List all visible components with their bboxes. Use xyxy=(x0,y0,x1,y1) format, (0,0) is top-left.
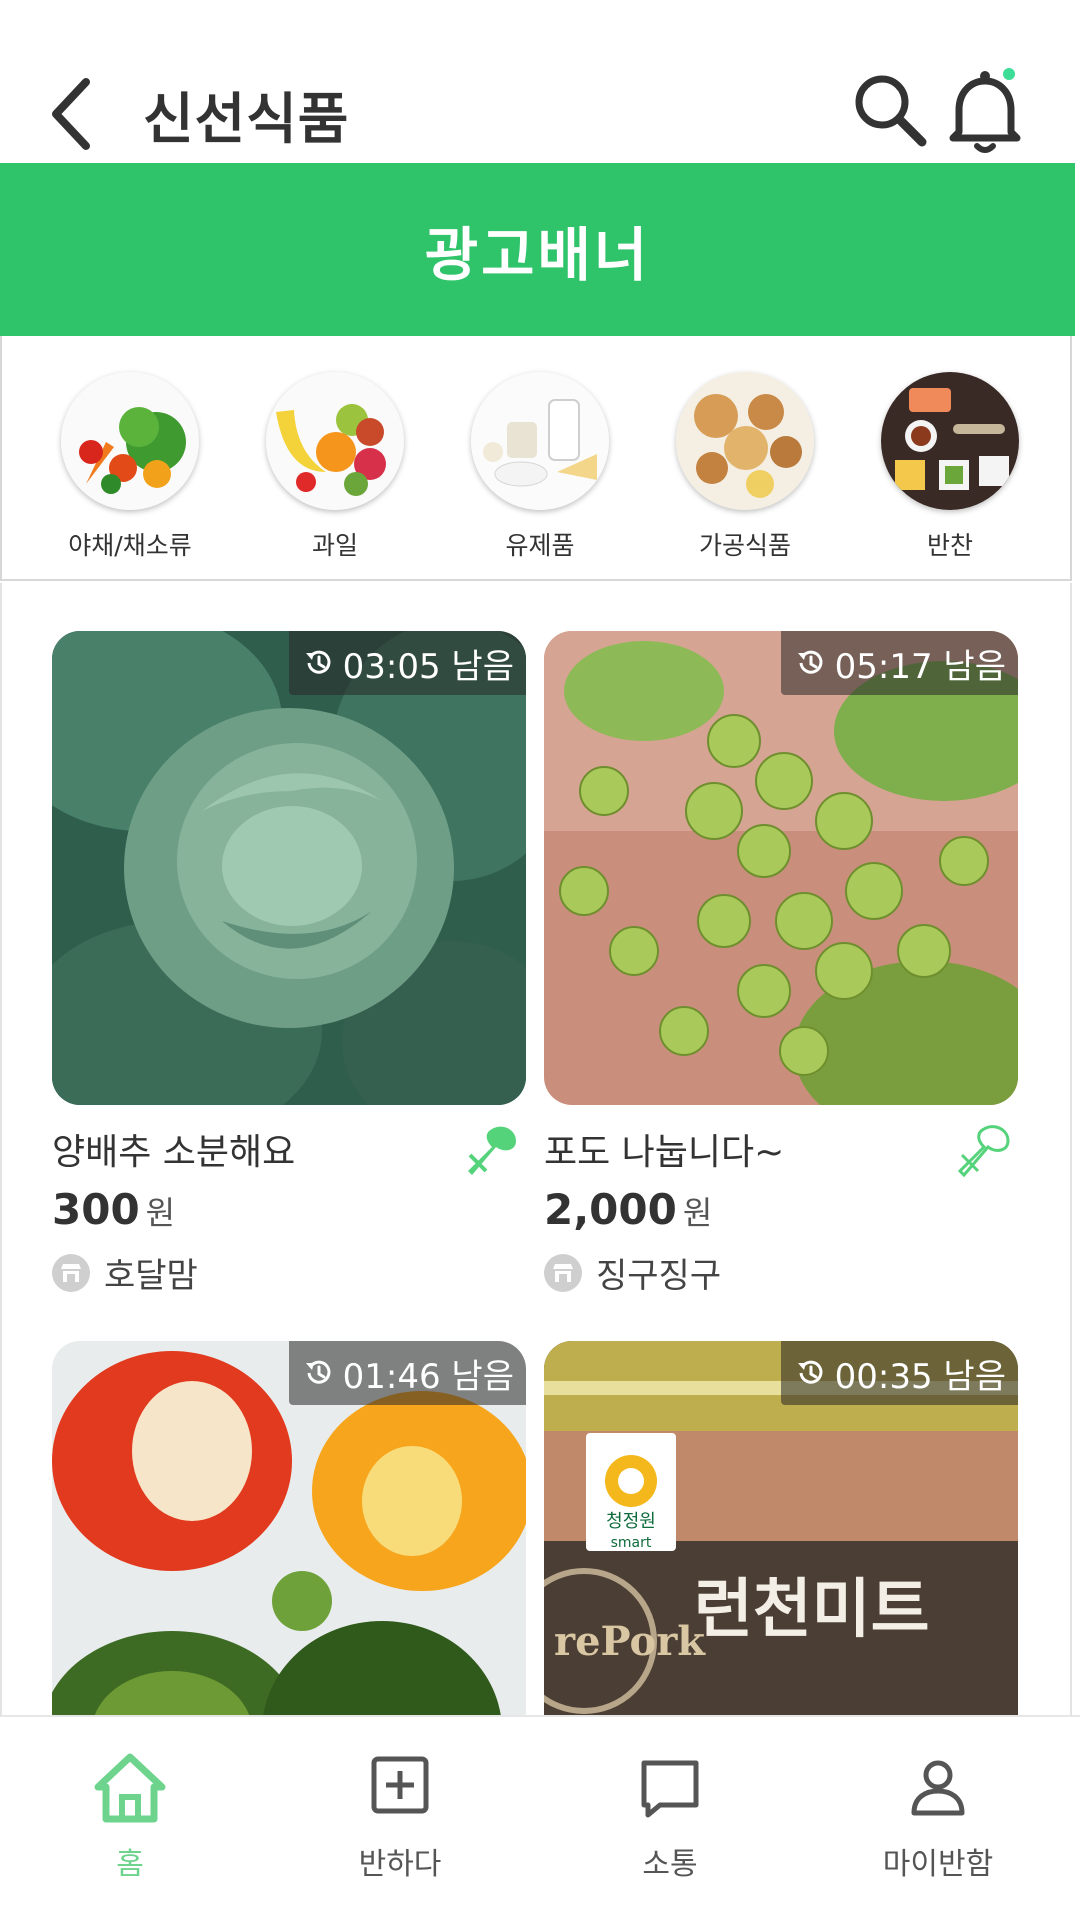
history-clock-icon xyxy=(797,650,823,674)
nav-label: 마이반함 xyxy=(882,1847,994,1882)
category-dairy[interactable]: 유제품 xyxy=(460,372,620,562)
category-fruit[interactable]: 과일 xyxy=(255,372,415,562)
back-chevron-icon[interactable] xyxy=(44,74,100,154)
product-card[interactable]: 01:46 남음 xyxy=(52,1341,526,1715)
category-label: 반찬 xyxy=(926,531,973,560)
product-card[interactable]: 05:17 남음 포도 나눕니다~ 2,000 원 징구징구 xyxy=(544,631,1018,1297)
product-price: 2,000 원 xyxy=(544,1185,1018,1234)
category-label: 과일 xyxy=(311,531,358,560)
history-clock-icon xyxy=(797,1360,823,1384)
notification-dot xyxy=(1003,68,1015,80)
product-price: 300 원 xyxy=(52,1185,526,1234)
package-name-text: 런천미트 xyxy=(694,1573,930,1647)
bottom-nav: 홈 반하다 소통 마이반함 xyxy=(0,1715,1080,1922)
bell-icon[interactable] xyxy=(945,66,1025,156)
seller-info[interactable]: 징구징구 xyxy=(544,1248,1018,1297)
category-label: 유제품 xyxy=(505,531,575,560)
category-strip: 야채/채소류 과일 유제품 가공식품 반찬 xyxy=(0,336,1072,581)
page-title: 신선식품 xyxy=(143,87,350,151)
history-clock-icon xyxy=(305,1360,331,1384)
processed-food-thumbnail xyxy=(676,372,814,510)
ad-banner[interactable]: 광고배너 xyxy=(0,163,1075,336)
plus-square-icon xyxy=(371,1756,429,1814)
product-card[interactable]: 청정원 smart 런천미트 rePork 00:35 남음 xyxy=(544,1341,1018,1715)
nav-home[interactable]: 홈 xyxy=(30,1747,230,1883)
category-vegetables[interactable]: 야채/채소류 xyxy=(50,372,210,562)
store-icon xyxy=(544,1253,582,1292)
time-remaining-badge: 01:46 남음 xyxy=(288,1341,526,1405)
timer-text: 05:17 남음 xyxy=(834,646,1006,687)
chat-icon xyxy=(641,1760,699,1818)
ad-banner-text: 광고배너 xyxy=(424,220,651,289)
category-side-dishes[interactable]: 반찬 xyxy=(870,372,1030,562)
nav-chat[interactable]: 소통 xyxy=(570,1747,770,1883)
utensil-outline-icon[interactable] xyxy=(954,1121,1014,1181)
price-amount: 2,000 xyxy=(544,1185,677,1234)
seller-info[interactable]: 호달맘 xyxy=(52,1248,526,1297)
package-brand-sub-text: smart xyxy=(611,1535,652,1551)
product-photo-peppers: 01:46 남음 xyxy=(52,1341,526,1715)
top-bar: 신선식품 xyxy=(0,0,1080,163)
category-processed[interactable]: 가공식품 xyxy=(665,372,825,562)
utensil-filled-icon[interactable] xyxy=(462,1121,522,1181)
price-currency: 원 xyxy=(145,1194,176,1232)
time-remaining-badge: 05:17 남음 xyxy=(780,631,1018,695)
nav-add[interactable]: 반하다 xyxy=(300,1747,500,1883)
timer-text: 00:35 남음 xyxy=(834,1356,1006,1397)
package-brand-text: 청정원 xyxy=(606,1511,656,1532)
product-photo-currants: 05:17 남음 xyxy=(544,631,1018,1105)
timer-text: 01:46 남음 xyxy=(342,1356,514,1397)
product-feed[interactable]: 03:05 남음 양배추 소분해요 300 원 호달맘 05:17 남음 포도 … xyxy=(0,583,1072,1715)
product-photo-luncheon-meat: 청정원 smart 런천미트 rePork 00:35 남음 xyxy=(544,1341,1018,1715)
product-title: 포도 나눕니다~ xyxy=(544,1132,785,1173)
product-photo-cabbage: 03:05 남음 xyxy=(52,631,526,1105)
nav-my-page[interactable]: 마이반함 xyxy=(838,1747,1038,1883)
nav-label: 반하다 xyxy=(358,1847,442,1882)
package-badge-text: rePork xyxy=(554,1618,706,1665)
time-remaining-badge: 03:05 남음 xyxy=(288,631,526,695)
fruit-thumbnail xyxy=(266,372,404,510)
dairy-thumbnail xyxy=(471,372,609,510)
history-clock-icon xyxy=(305,650,331,674)
time-remaining-badge: 00:35 남음 xyxy=(780,1341,1018,1405)
person-icon xyxy=(911,1760,965,1816)
search-icon[interactable] xyxy=(850,72,930,152)
store-icon xyxy=(52,1253,90,1292)
side-dishes-thumbnail xyxy=(881,372,1019,510)
seller-name: 호달맘 xyxy=(104,1256,198,1296)
home-icon xyxy=(94,1753,166,1823)
timer-text: 03:05 남음 xyxy=(342,646,514,687)
vegetables-thumbnail xyxy=(61,372,199,510)
seller-name: 징구징구 xyxy=(596,1256,722,1296)
product-title: 양배추 소분해요 xyxy=(52,1132,296,1173)
price-amount: 300 xyxy=(52,1185,140,1234)
product-card[interactable]: 03:05 남음 양배추 소분해요 300 원 호달맘 xyxy=(52,631,526,1297)
nav-label: 소통 xyxy=(642,1847,698,1882)
nav-label: 홈 xyxy=(116,1847,144,1882)
category-label: 가공식품 xyxy=(698,531,791,560)
price-currency: 원 xyxy=(682,1194,713,1232)
category-label: 야채/채소류 xyxy=(68,531,192,560)
